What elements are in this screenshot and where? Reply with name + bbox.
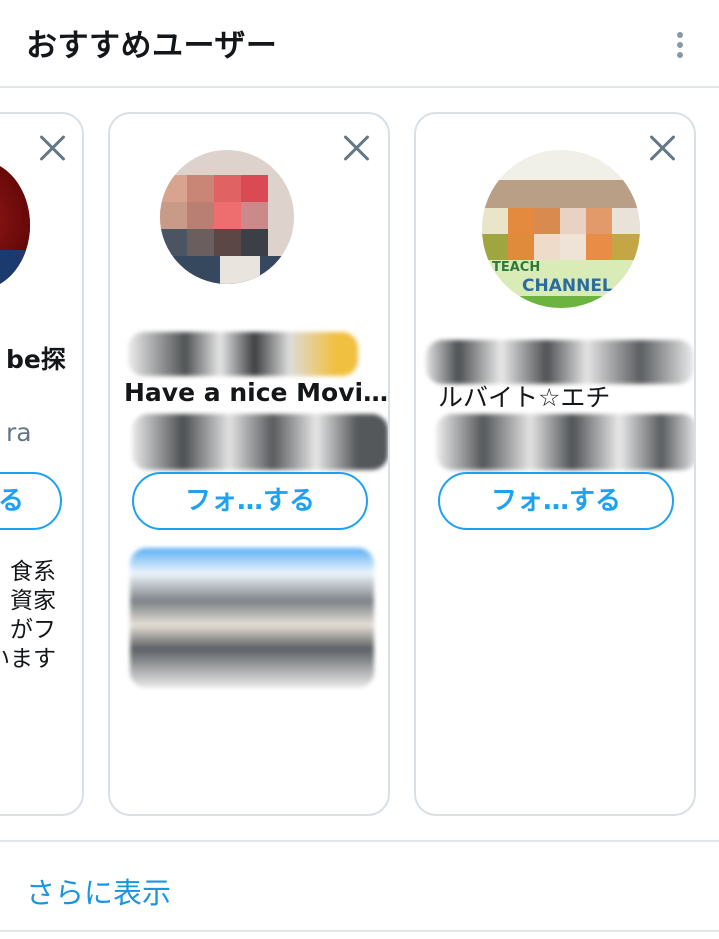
user-handle-redacted <box>436 414 694 470</box>
user-suggestion-carousel[interactable]: be探 ra る 食系 資家 がフ います <box>0 88 719 840</box>
description-line: 食系 <box>10 559 56 585</box>
user-card[interactable]: TEACH CHANNEL ルバイト☆エチ フォ…する <box>414 112 696 816</box>
follow-button[interactable]: フォ…する <box>132 472 368 530</box>
user-handle-fragment: ra <box>6 418 32 447</box>
follow-button[interactable]: る <box>0 472 62 530</box>
description-line: 資家 <box>10 588 56 614</box>
description-line: がフ <box>10 617 56 643</box>
dismiss-icon[interactable] <box>649 134 677 162</box>
more-vertical-icon[interactable] <box>668 30 692 60</box>
user-name-line2[interactable]: ルバイト☆エチ <box>438 378 610 414</box>
user-avatar[interactable]: TEACH CHANNEL <box>482 150 640 308</box>
show-more-link[interactable]: さらに表示 <box>26 870 171 912</box>
user-name-line2[interactable]: Have a nice Movi… <box>124 378 388 407</box>
description-redacted <box>130 548 374 688</box>
section-title: おすすめユーザー <box>26 28 278 64</box>
follow-button-label: る <box>0 486 24 516</box>
suggested-users-header: おすすめユーザー <box>0 0 719 88</box>
dismiss-icon[interactable] <box>343 134 371 162</box>
user-avatar[interactable] <box>0 160 30 290</box>
user-name-fragment[interactable]: be探 <box>6 340 66 376</box>
user-card[interactable]: Have a nice Movi… フォ…する <box>108 112 390 816</box>
show-more-row[interactable]: さらに表示 <box>0 840 719 932</box>
dismiss-icon[interactable] <box>39 134 67 162</box>
avatar-text: CHANNEL <box>522 276 613 296</box>
user-name-redacted[interactable] <box>128 332 358 376</box>
user-handle-redacted <box>132 414 388 470</box>
avatar-text: TEACH <box>492 260 541 275</box>
follow-button[interactable]: フォ…する <box>438 472 674 530</box>
user-description: 食系 資家 がフ います <box>0 558 56 674</box>
description-line: います <box>0 646 56 672</box>
user-card[interactable]: be探 ra る 食系 資家 がフ います <box>0 112 84 816</box>
user-avatar[interactable] <box>160 150 294 284</box>
